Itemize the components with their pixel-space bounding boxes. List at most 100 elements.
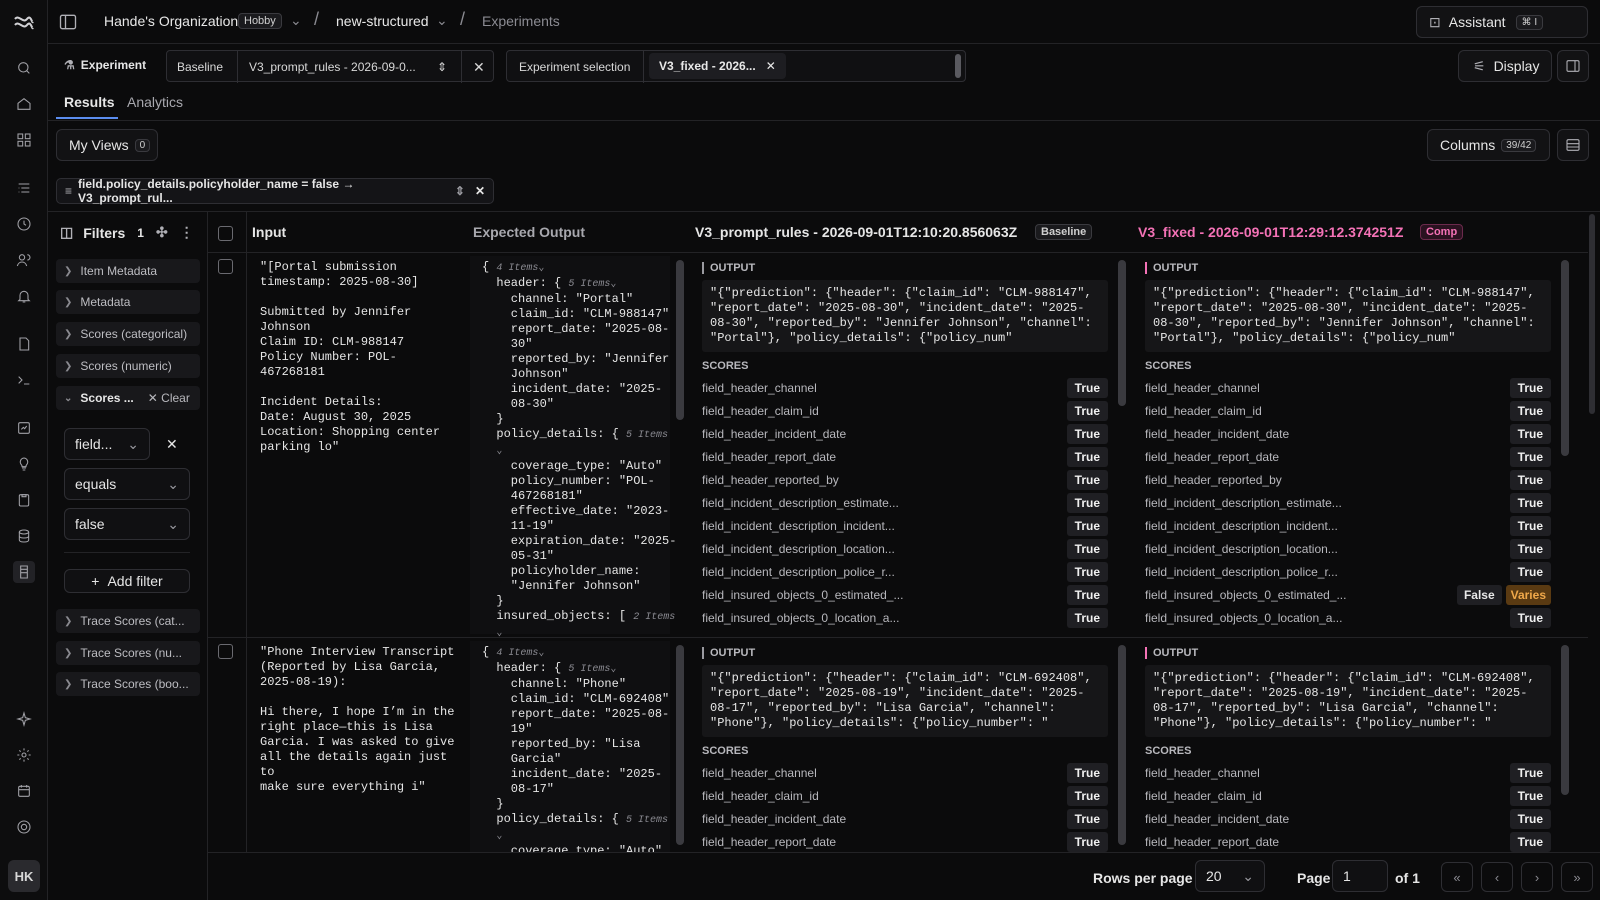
baseline-select[interactable]: V3_prompt_rules - 2026-09-0... [249, 51, 416, 83]
sparkle-icon[interactable] [13, 708, 35, 730]
score-row[interactable]: field_incident_description_location... Tr… [702, 537, 1108, 560]
home-icon[interactable] [13, 93, 35, 115]
more-options-icon[interactable]: ⋮ [180, 224, 194, 241]
document-icon[interactable] [13, 333, 35, 355]
score-row[interactable]: field_header_claim_id True [702, 784, 1108, 807]
score-row[interactable]: field_insured_objects_0_estimated_... Fal… [1145, 583, 1551, 606]
filter-section-scores-open[interactable]: ⌄ Scores ... ✕ Clear [56, 386, 200, 410]
active-filter-chip[interactable]: ≡ field.policy_details.policyholder_name… [56, 177, 494, 205]
score-row[interactable]: field_incident_description_incident... Tr… [1145, 514, 1551, 537]
column-input[interactable]: Input [252, 224, 286, 240]
clock-icon[interactable] [13, 213, 35, 235]
row-checkbox[interactable] [218, 644, 233, 659]
lightbulb-icon[interactable] [13, 453, 35, 475]
expected-scrollbar[interactable] [676, 645, 684, 845]
rows-per-page-select[interactable]: 20 ⌄ [1195, 860, 1265, 892]
score-row[interactable]: field_insured_objects_0_location_a... Tru… [1145, 606, 1551, 629]
filter-section-scores-categorical[interactable]: ❯ Scores (categorical) [56, 322, 200, 346]
score-row[interactable]: field_incident_description_estimate... Tr… [1145, 491, 1551, 514]
dashboard-icon[interactable] [13, 129, 35, 151]
panel-toggle-icon[interactable] [1557, 50, 1589, 82]
support-icon[interactable] [13, 816, 35, 838]
score-row[interactable]: field_header_reported_by True [702, 468, 1108, 491]
column-baseline[interactable]: V3_prompt_rules - 2026-09-01T12:10:20.85… [695, 224, 1017, 240]
remove-chip-icon[interactable]: ✕ [766, 59, 776, 73]
grid-scrollbar[interactable] [1589, 214, 1595, 414]
column-expected-output[interactable]: Expected Output [473, 224, 585, 240]
breadcrumb-project[interactable]: new-structured [336, 13, 429, 29]
filter-section-scores-numeric[interactable]: ❯ Scores (numeric) [56, 354, 200, 378]
filter-section-trace-scores-cat[interactable]: ❯ Trace Scores (cat... [56, 609, 200, 633]
chevron-down-icon[interactable]: ⌄ [436, 12, 448, 29]
database-icon[interactable] [13, 525, 35, 547]
score-row[interactable]: field_header_claim_id True [1145, 399, 1551, 422]
score-row[interactable]: field_header_channel True [1145, 761, 1551, 784]
evaluator-icon[interactable] [13, 417, 35, 439]
score-row[interactable]: field_incident_description_estimate... Tr… [702, 491, 1108, 514]
assistant-button[interactable]: ⊡ Assistant ⌘ I [1416, 6, 1588, 38]
score-row[interactable]: field_header_claim_id True [1145, 784, 1551, 807]
column-comp[interactable]: V3_fixed - 2026-09-01T12:29:12.374251Z [1138, 224, 1403, 240]
filter-field-select[interactable]: field... ⌄ [64, 428, 150, 460]
filter-section-trace-scores-num[interactable]: ❯ Trace Scores (nu... [56, 641, 200, 665]
comp-scrollbar[interactable] [1561, 260, 1569, 456]
breadcrumb-org[interactable]: Hande's Organization [104, 13, 238, 29]
score-row[interactable]: field_header_incident_date True [1145, 422, 1551, 445]
clear-baseline-icon[interactable]: ✕ [473, 51, 485, 83]
tab-analytics[interactable]: Analytics [127, 94, 183, 110]
score-row[interactable]: field_header_incident_date True [702, 807, 1108, 830]
next-page-icon[interactable]: › [1521, 862, 1553, 892]
filter-section-item-metadata[interactable]: ❯ Item Metadata [56, 259, 200, 283]
selection-scrollbar[interactable] [955, 54, 961, 78]
expand-icon[interactable]: ✣ [156, 224, 168, 241]
score-row[interactable]: field_header_report_date True [702, 830, 1108, 852]
selected-experiment-chip[interactable]: V3_fixed - 2026... ✕ [649, 53, 786, 79]
langfuse-logo-icon[interactable] [11, 10, 37, 36]
page-input[interactable]: 1 [1332, 860, 1388, 892]
traces-list-icon[interactable] [13, 177, 35, 199]
my-views-button[interactable]: My Views 0 [56, 129, 158, 161]
experiments-icon[interactable] [13, 561, 35, 583]
baseline-scrollbar[interactable] [1118, 260, 1126, 406]
select-all-checkbox[interactable] [218, 226, 233, 241]
tab-results[interactable]: Results [64, 94, 115, 110]
score-row[interactable]: field_header_channel True [1145, 376, 1551, 399]
score-row[interactable]: field_insured_objects_0_location_a... Tru… [702, 606, 1108, 629]
first-page-icon[interactable]: « [1441, 862, 1473, 892]
score-row[interactable]: field_incident_description_location... Tr… [1145, 537, 1551, 560]
filter-value-select[interactable]: false ⌄ [64, 508, 190, 540]
score-row[interactable]: field_header_incident_date True [1145, 807, 1551, 830]
breadcrumb-section[interactable]: Experiments [482, 13, 560, 29]
updown-chevron-icon[interactable]: ⇕ [437, 51, 447, 83]
score-row[interactable]: field_incident_description_police_r... Tr… [702, 560, 1108, 583]
score-row[interactable]: field_header_reported_by True [1145, 468, 1551, 491]
calendar-icon[interactable] [13, 780, 35, 802]
clipboard-icon[interactable] [13, 489, 35, 511]
sidebar-toggle-icon[interactable] [58, 12, 78, 32]
updown-chevron-icon[interactable]: ⇕ [455, 184, 465, 198]
settings-icon[interactable] [13, 744, 35, 766]
avatar[interactable]: HK [8, 860, 40, 892]
prev-page-icon[interactable]: ‹ [1481, 862, 1513, 892]
score-row[interactable]: field_header_report_date True [1145, 830, 1551, 852]
columns-button[interactable]: Columns 39/42 [1427, 129, 1550, 161]
score-row[interactable]: field_insured_objects_0_estimated_... Tru… [702, 583, 1108, 606]
score-row[interactable]: field_header_incident_date True [702, 422, 1108, 445]
remove-filter-icon[interactable]: ✕ [475, 184, 485, 198]
filter-operator-select[interactable]: equals ⌄ [64, 468, 190, 500]
users-icon[interactable] [13, 249, 35, 271]
add-filter-button[interactable]: + Add filter [64, 569, 190, 593]
display-button[interactable]: ⚟ Display [1458, 50, 1552, 82]
score-row[interactable]: field_header_channel True [702, 761, 1108, 784]
score-row[interactable]: field_header_report_date True [1145, 445, 1551, 468]
clear-filter-button[interactable]: ✕ Clear [148, 391, 190, 405]
terminal-icon[interactable] [13, 369, 35, 391]
score-row[interactable]: field_header_claim_id True [702, 399, 1108, 422]
row-checkbox[interactable] [218, 259, 233, 274]
baseline-scrollbar[interactable] [1118, 645, 1126, 845]
comp-scrollbar[interactable] [1561, 645, 1569, 795]
filter-section-trace-scores-bool[interactable]: ❯ Trace Scores (boo... [56, 672, 200, 696]
row-height-icon[interactable] [1557, 129, 1589, 161]
panel-collapse-icon[interactable]: ◫ [60, 224, 73, 241]
chevron-down-icon[interactable]: ⌄ [290, 12, 302, 29]
